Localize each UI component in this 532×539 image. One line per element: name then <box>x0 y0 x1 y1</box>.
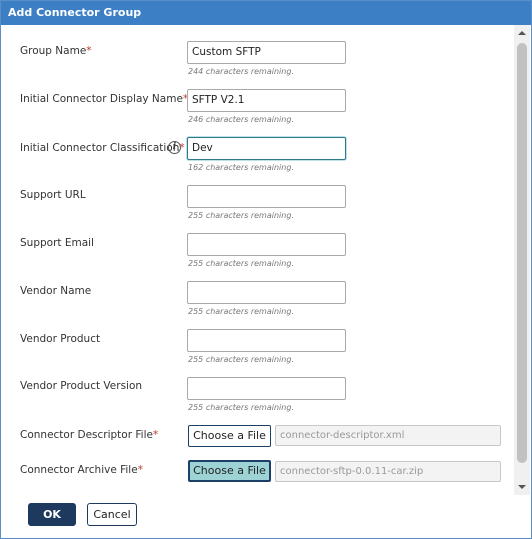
archive-file-name: connector-sftp-0.0.11-car.zip <box>275 461 501 482</box>
descriptor-file-label: Connector Descriptor File* <box>20 429 159 441</box>
descriptor-file-name: connector-descriptor.xml <box>275 425 501 446</box>
vendor-product-version-label: Vendor Product Version <box>20 380 143 392</box>
display-name-hint: 246 characters remaining. <box>188 115 294 124</box>
display-name-label: Initial Connector Display Name* <box>20 93 189 105</box>
vendor-product-version-input[interactable] <box>187 377 346 400</box>
dialog-content: Group Name* Custom SFTP 244 characters r… <box>1 25 513 495</box>
group-name-input[interactable]: Custom SFTP <box>187 41 346 64</box>
archive-file-label: Connector Archive File* <box>20 464 143 476</box>
vendor-name-hint: 255 characters remaining. <box>188 307 294 316</box>
ok-button[interactable]: OK <box>28 503 76 526</box>
classification-hint: 162 characters remaining. <box>188 163 294 172</box>
support-url-input[interactable] <box>187 185 346 208</box>
support-url-label: Support URL <box>20 189 86 201</box>
support-email-input[interactable] <box>187 233 346 256</box>
display-name-input[interactable]: SFTP V2.1 <box>187 89 346 112</box>
scroll-up-arrow-icon[interactable] <box>514 25 530 41</box>
vendor-name-input[interactable] <box>187 281 346 304</box>
required-marker: * <box>152 429 159 441</box>
support-email-hint: 255 characters remaining. <box>188 259 294 268</box>
dialog-footer: OK Cancel <box>1 495 531 538</box>
vendor-product-input[interactable] <box>187 329 346 352</box>
scroll-thumb[interactable] <box>517 43 527 463</box>
cancel-button[interactable]: Cancel <box>87 503 137 526</box>
required-marker: * <box>86 45 92 57</box>
group-name-hint: 244 characters remaining. <box>188 67 294 76</box>
vendor-product-hint: 255 characters remaining. <box>188 355 294 364</box>
add-connector-group-dialog: Add Connector Group Group Name* Custom S… <box>0 0 532 539</box>
choose-descriptor-file-button[interactable]: Choose a File <box>188 425 271 447</box>
choose-archive-file-button[interactable]: Choose a File <box>188 460 271 482</box>
vendor-name-label: Vendor Name <box>20 285 92 297</box>
support-url-hint: 255 characters remaining. <box>188 211 294 220</box>
required-marker: * <box>137 464 143 476</box>
classification-input[interactable]: Dev <box>187 137 346 160</box>
info-icon[interactable]: i <box>168 141 181 154</box>
scroll-down-arrow-icon[interactable] <box>514 479 530 495</box>
group-name-label: Group Name* <box>20 45 92 57</box>
support-email-label: Support Email <box>20 237 94 249</box>
vendor-product-label: Vendor Product <box>20 333 101 345</box>
vendor-product-version-hint: 255 characters remaining. <box>188 403 294 412</box>
vertical-scrollbar[interactable] <box>514 25 530 495</box>
dialog-title: Add Connector Group <box>1 1 531 25</box>
classification-label: Initial Connector Classification* <box>20 142 185 154</box>
